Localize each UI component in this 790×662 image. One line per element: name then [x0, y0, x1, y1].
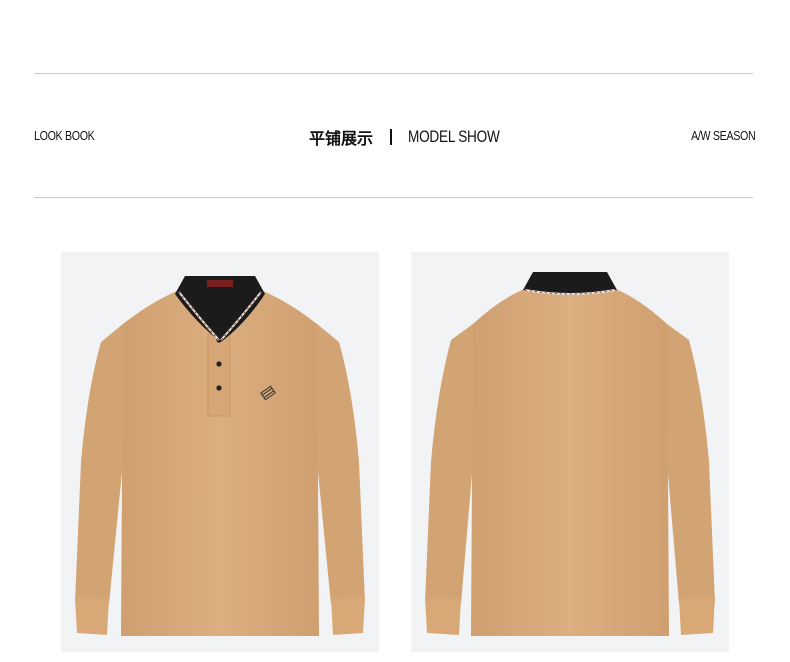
section-header: LOOK BOOK 平铺展示 MODEL SHOW A/W SEASON: [0, 124, 790, 150]
top-divider: [34, 73, 753, 74]
product-photo-front: [61, 252, 379, 652]
polo-shirt-back-image: [425, 272, 715, 636]
polo-shirt-front-image: [75, 276, 365, 636]
title-chinese: 平铺展示: [309, 129, 374, 148]
section-title: 平铺展示 MODEL SHOW: [309, 124, 522, 150]
lookbook-label: LOOK BOOK: [34, 128, 95, 143]
bottom-divider: [34, 197, 753, 198]
title-separator: [390, 129, 393, 145]
title-english: MODEL SHOW: [408, 127, 500, 146]
season-label: A/W SEASON: [690, 128, 756, 143]
product-photo-back: [411, 252, 729, 652]
